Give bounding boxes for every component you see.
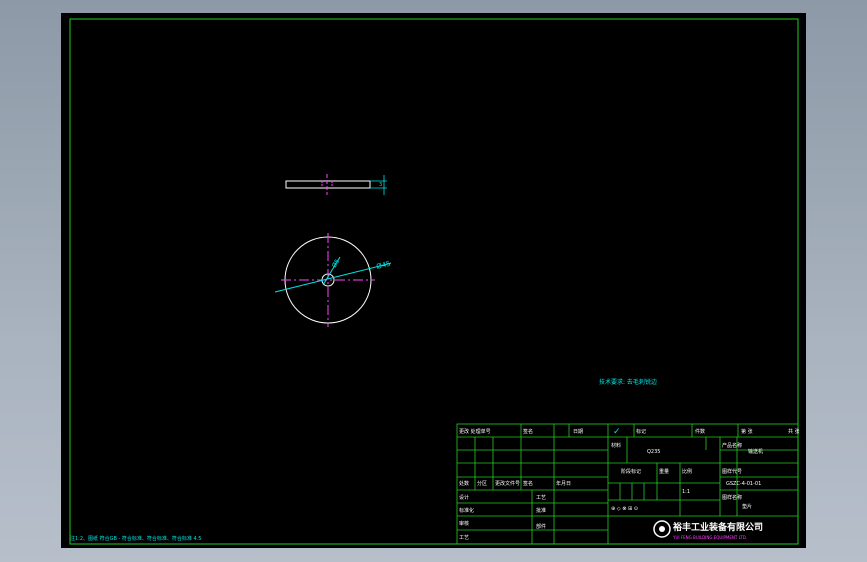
cell-dept: 部件 bbox=[536, 523, 546, 530]
cell-ratio: 比例 bbox=[682, 468, 692, 475]
check-symbol: ✓ bbox=[613, 427, 621, 437]
cell-sheet: 第 张 bbox=[741, 428, 753, 435]
cell-material-label: 材料 bbox=[611, 442, 621, 449]
cell-check: 审核 bbox=[459, 520, 469, 527]
front-view: Ø45 Ø5 bbox=[274, 233, 392, 327]
cell-product: 输送机 bbox=[748, 448, 763, 455]
cell-mark: 标记 bbox=[636, 428, 646, 435]
cell-stage-mark: 阶段标记 bbox=[621, 468, 641, 475]
cell-material: Q235 bbox=[647, 449, 660, 455]
cell-process-b: 工艺 bbox=[536, 495, 546, 501]
cell-scale: 1:1 bbox=[682, 489, 690, 495]
cell-approve: 批准 bbox=[536, 507, 546, 514]
cell-design: 设计 bbox=[459, 494, 469, 501]
row-label-1: 分区 bbox=[477, 480, 487, 487]
technical-note: 技术要求: 去毛刺锐边 bbox=[599, 378, 657, 386]
cell-standard: 标准化 bbox=[459, 507, 474, 514]
footer-note: 注1:2、图纸 符合GB - 符合标准、符合标准、符合标准 4.5 bbox=[70, 535, 201, 542]
cell-weight: 重量 bbox=[659, 468, 669, 475]
cell-top-left: 更改 处理单号 bbox=[459, 428, 491, 435]
row-label-4: 年月日 bbox=[556, 480, 571, 487]
cad-viewport[interactable]: 3 Ø45 Ø5 技术要求: 去毛刺锐边 注1:2、图纸 符合GB - 符合标准… bbox=[61, 13, 806, 548]
company-name-cn: 裕丰工业装备有限公司 bbox=[672, 521, 763, 533]
side-dimension: 3 bbox=[379, 182, 382, 188]
cell-drawing-no-label: 图样代号 bbox=[722, 468, 742, 475]
inner-dimension: Ø5 bbox=[331, 258, 342, 269]
row-label-0: 处数 bbox=[459, 480, 469, 487]
row-label-3: 签名 bbox=[523, 480, 533, 487]
cell-part-name-label: 图样名称 bbox=[722, 494, 742, 501]
drawing-frame bbox=[69, 18, 799, 545]
cell-process: 工艺 bbox=[459, 535, 469, 541]
cell-part-count: 件数 bbox=[695, 428, 705, 435]
side-view-outline bbox=[285, 180, 371, 189]
bottom-icons: ⊕ ◇ ⊗ ⊞ ⊙ bbox=[611, 506, 638, 512]
cad-drawing-canvas[interactable]: 3 Ø45 Ø5 技术要求: 去毛刺锐边 注1:2、图纸 符合GB - 符合标准… bbox=[61, 13, 806, 548]
cell-drawing-no: GSZC-4-01-01 bbox=[726, 481, 761, 487]
cell-part-name: 垫片 bbox=[742, 503, 752, 510]
side-view: 3 bbox=[285, 174, 387, 195]
cell-product-label: 产品名称 bbox=[722, 442, 742, 449]
outer-dimension: Ø45 bbox=[376, 260, 392, 271]
cell-sheet-count: 共 张 bbox=[788, 428, 800, 435]
row-label-2: 更改文件号 bbox=[495, 480, 520, 487]
company-logo: 裕丰工业装备有限公司 YUI FENG BUILDING EQUIPMENT L… bbox=[653, 520, 763, 540]
company-name-en: YUI FENG BUILDING EQUIPMENT LTD. bbox=[672, 535, 747, 540]
cell-sign: 签名 bbox=[523, 428, 533, 435]
cell-date: 日期 bbox=[573, 429, 583, 435]
